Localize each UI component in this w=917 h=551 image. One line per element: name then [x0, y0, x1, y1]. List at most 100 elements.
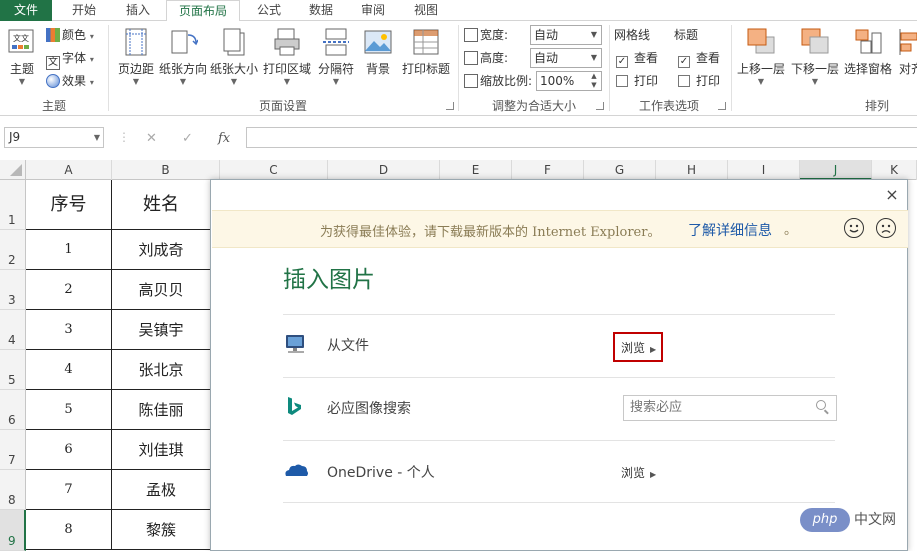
- table-cell-index[interactable]: 3: [26, 310, 112, 350]
- table-cell-name[interactable]: 张北京: [112, 350, 211, 390]
- column-header-k[interactable]: K: [872, 160, 917, 180]
- tab-page-layout[interactable]: 页面布局: [166, 0, 240, 22]
- row-header-4[interactable]: 4: [0, 310, 26, 350]
- dialog-launcher-icon[interactable]: [596, 102, 604, 110]
- column-header-c[interactable]: C: [220, 160, 328, 180]
- margins-button[interactable]: 页边距 ▼: [114, 25, 158, 95]
- row-number: 2: [8, 253, 16, 267]
- tab-file[interactable]: 文件: [0, 0, 52, 21]
- name-box[interactable]: J9 ▼: [4, 127, 104, 148]
- insert-function-icon[interactable]: fx: [218, 131, 230, 146]
- column-header-i[interactable]: I: [728, 160, 800, 180]
- align-icon: [896, 27, 917, 57]
- background-button[interactable]: 背景: [360, 25, 396, 95]
- cancel-icon[interactable]: ✕: [146, 131, 157, 146]
- close-button[interactable]: ×: [883, 186, 901, 204]
- frown-feedback-icon[interactable]: [876, 218, 896, 238]
- gridlines-heading: 网格线: [614, 28, 651, 42]
- print-area-button[interactable]: 打印区域 ▼: [262, 25, 312, 95]
- row-header-5[interactable]: 5: [0, 350, 26, 390]
- selection-pane-button[interactable]: 选择窗格: [842, 25, 894, 95]
- formula-input[interactable]: [246, 127, 917, 148]
- headings-view-checkbox[interactable]: ✓ 查看: [678, 48, 720, 68]
- column-header-b[interactable]: B: [112, 160, 220, 180]
- theme-effects-button[interactable]: 效果 ▾: [46, 71, 94, 91]
- table-cell-index[interactable]: 7: [26, 470, 112, 510]
- column-header-d[interactable]: D: [328, 160, 440, 180]
- tab-home[interactable]: 开始: [56, 0, 112, 21]
- bing-search-input[interactable]: 搜索必应: [623, 395, 837, 421]
- table-cell-name[interactable]: 高贝贝: [112, 270, 211, 310]
- page-size-icon: [219, 27, 249, 57]
- orientation-button[interactable]: 纸张方向 ▼: [158, 25, 208, 95]
- table-cell-index[interactable]: 1: [26, 230, 112, 270]
- ie-learn-more-link[interactable]: 了解详细信息: [688, 220, 772, 240]
- themes-icon: 文文: [7, 27, 37, 57]
- table-cell-name[interactable]: 陈佳丽: [112, 390, 211, 430]
- row-header-7[interactable]: 7: [0, 430, 26, 470]
- table-cell-index[interactable]: 2: [26, 270, 112, 310]
- smile-feedback-icon[interactable]: [844, 218, 864, 238]
- table-cell-name[interactable]: 吴镇宇: [112, 310, 211, 350]
- enter-icon[interactable]: ✓: [182, 131, 193, 146]
- table-cell-name[interactable]: 刘成奇: [112, 230, 211, 270]
- tab-review[interactable]: 审阅: [348, 0, 398, 21]
- scale-label-text: 缩放比例:: [480, 74, 533, 88]
- scale-value: 100%: [540, 74, 575, 88]
- gridlines-print-checkbox[interactable]: 打印: [616, 71, 658, 91]
- checkbox-unchecked-icon: [678, 75, 690, 87]
- table-cell-index[interactable]: 6: [26, 430, 112, 470]
- dialog-launcher-icon[interactable]: [446, 102, 454, 110]
- table-cell-name[interactable]: 刘佳琪: [112, 430, 211, 470]
- divider: [283, 502, 835, 503]
- row-header-1[interactable]: 1: [0, 180, 26, 230]
- row-header-3[interactable]: 3: [0, 270, 26, 310]
- theme-colors-label: 颜色: [62, 28, 87, 42]
- select-all-button[interactable]: [0, 160, 26, 180]
- column-header-g[interactable]: G: [584, 160, 656, 180]
- bing-image-search-label: 必应图像搜索: [327, 401, 411, 417]
- print-titles-button[interactable]: 打印标题: [398, 25, 454, 95]
- onedrive-browse-button[interactable]: 浏览 ▶: [621, 464, 656, 481]
- tab-formulas[interactable]: 公式: [244, 0, 294, 21]
- table-cell-name[interactable]: 黎簇: [112, 510, 211, 550]
- table-header-cell[interactable]: 序号: [26, 180, 112, 230]
- dialog-launcher-icon[interactable]: [718, 102, 726, 110]
- column-header-j[interactable]: J: [800, 160, 872, 180]
- gridlines-view-checkbox[interactable]: ✓ 查看: [616, 48, 658, 68]
- tab-data[interactable]: 数据: [296, 0, 346, 21]
- column-header-f[interactable]: F: [512, 160, 584, 180]
- theme-colors-button[interactable]: 颜色 ▾: [46, 25, 94, 45]
- table-cell-index[interactable]: 4: [26, 350, 112, 390]
- column-header-e[interactable]: E: [440, 160, 512, 180]
- table-header-cell[interactable]: 姓名: [112, 180, 211, 230]
- themes-button[interactable]: 文文 主题 ▼: [4, 25, 40, 95]
- align-button[interactable]: 对齐: [896, 25, 917, 95]
- column-header-a[interactable]: A: [26, 160, 112, 180]
- column-header-h[interactable]: H: [656, 160, 728, 180]
- width-label: 宽度:: [464, 25, 508, 45]
- bring-forward-button[interactable]: 上移一层 ▼: [734, 25, 788, 95]
- row-header-9[interactable]: 9: [0, 510, 26, 551]
- scale-spinner[interactable]: 100% ▲ ▼: [536, 71, 602, 91]
- headings-print-checkbox[interactable]: 打印: [678, 71, 720, 91]
- tab-view[interactable]: 视图: [400, 0, 452, 21]
- size-button[interactable]: 纸张大小 ▼: [209, 25, 259, 95]
- send-backward-button[interactable]: 下移一层 ▼: [788, 25, 842, 95]
- table-cell-index[interactable]: 8: [26, 510, 112, 550]
- table-cell-name[interactable]: 孟极: [112, 470, 211, 510]
- browse-label: 浏览: [621, 341, 646, 355]
- search-icon[interactable]: [816, 400, 826, 410]
- breaks-button[interactable]: 分隔符 ▼: [316, 25, 356, 95]
- row-header-6[interactable]: 6: [0, 390, 26, 430]
- spinner-arrows-icon[interactable]: ▲ ▼: [587, 72, 601, 90]
- theme-fonts-button[interactable]: 文字体 ▾: [46, 48, 94, 70]
- tab-insert[interactable]: 插入: [112, 0, 164, 21]
- from-file-browse-button[interactable]: 浏览 ▶: [621, 339, 656, 356]
- width-combo[interactable]: 自动 ▼: [530, 25, 602, 45]
- height-combo[interactable]: 自动 ▼: [530, 48, 602, 68]
- row-header-8[interactable]: 8: [0, 470, 26, 510]
- headings-heading: 标题: [674, 28, 699, 42]
- table-cell-index[interactable]: 5: [26, 390, 112, 430]
- row-header-2[interactable]: 2: [0, 230, 26, 270]
